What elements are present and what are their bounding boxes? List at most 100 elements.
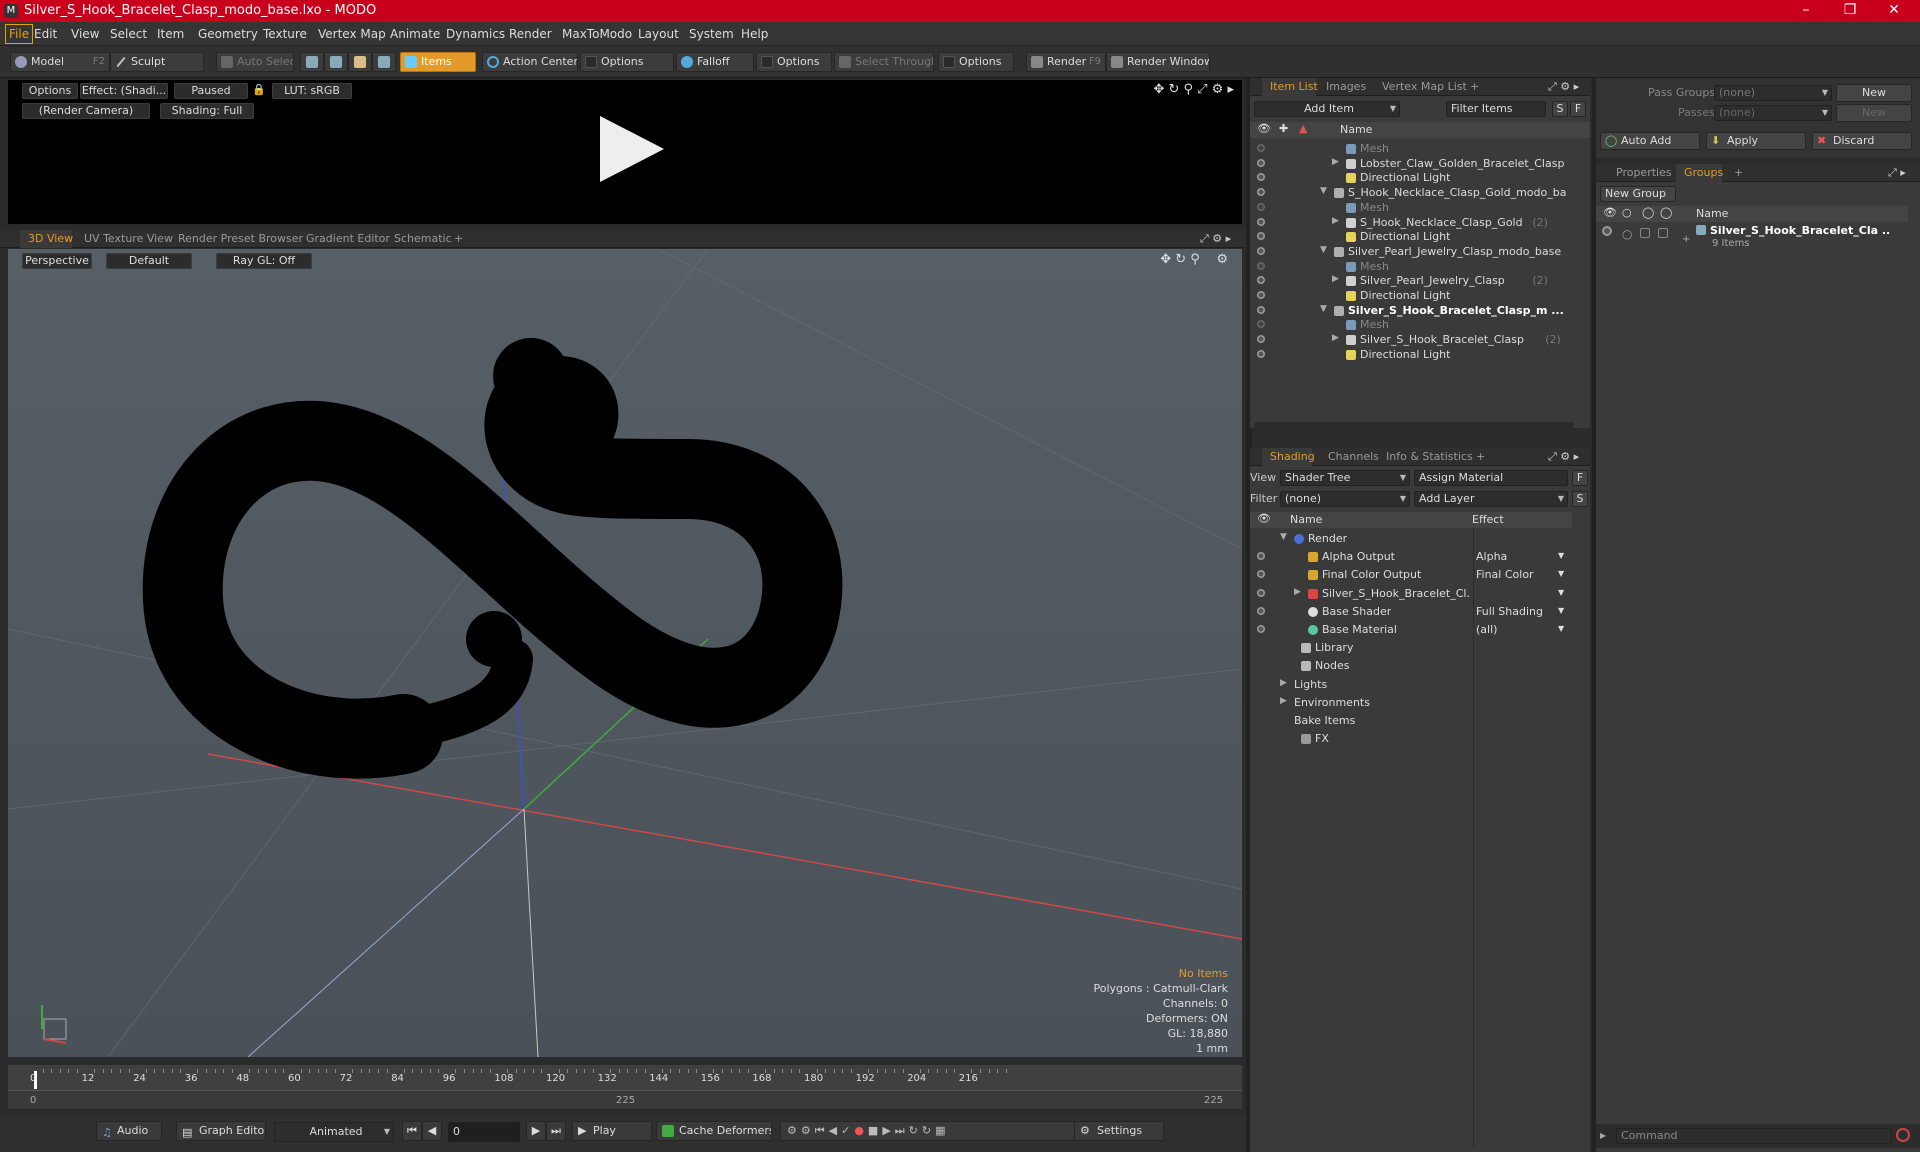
menu-view[interactable]: View <box>71 27 99 41</box>
preview-options-button[interactable]: Options <box>22 83 78 99</box>
shader-effect-value[interactable]: Final Color <box>1476 568 1534 581</box>
render-preview-viewport[interactable]: Options Effect: (Shadi... Paused 🔒 LUT: … <box>8 80 1242 224</box>
preview-paused-button[interactable]: Paused <box>174 83 248 99</box>
shading-dropdown[interactable]: Shading: Full <box>160 103 254 119</box>
visibility-eye-icon[interactable] <box>1257 606 1265 615</box>
add-item-dropdown[interactable]: Add Item ▼ <box>1254 101 1400 117</box>
visibility-eye-icon[interactable] <box>1602 226 1612 236</box>
visibility-eye-icon[interactable] <box>1257 261 1265 270</box>
expand-arrow-icon[interactable]: ▶ <box>1280 678 1287 688</box>
shader-tree-row[interactable]: Bake Items <box>1250 712 1572 730</box>
play-button[interactable]: ▶ Play <box>572 1121 652 1141</box>
step-forward-icon[interactable]: ▶ <box>526 1121 546 1141</box>
visibility-eye-icon[interactable] <box>1257 570 1265 579</box>
shader-tree-row[interactable]: Library <box>1250 639 1572 657</box>
current-frame-input[interactable]: 0 <box>448 1122 520 1142</box>
passes-dropdown[interactable]: (none) ▼ <box>1714 105 1832 121</box>
shader-tree-row[interactable]: FX <box>1250 730 1572 748</box>
collapse-arrow-icon[interactable]: ▼ <box>1320 245 1327 255</box>
add-tab-icon[interactable]: + <box>1734 166 1743 179</box>
render-button[interactable]: Render F9 <box>1026 52 1106 72</box>
shading-s-button[interactable]: S <box>1572 491 1588 507</box>
viewport-tab-controls[interactable]: ⤢ ⚙ ▸ <box>1200 232 1231 246</box>
menu-geometry[interactable]: Geometry <box>198 27 258 41</box>
render-toggle-icon[interactable]: ○ <box>1622 227 1632 241</box>
3d-viewport[interactable]: Perspective Default Ray GL: Off ✥ ↻ ⚲ ⚙ … <box>8 249 1242 1057</box>
menu-texture[interactable]: Texture <box>263 27 307 41</box>
discard-button[interactable]: ✖ Discard <box>1812 132 1912 150</box>
ray-gl-toggle[interactable]: Ray GL: Off <box>216 253 312 269</box>
visibility-eye-icon[interactable] <box>1257 349 1265 358</box>
visibility-eye-icon[interactable] <box>1257 335 1265 344</box>
perspective-dropdown[interactable]: Perspective <box>22 253 92 269</box>
close-icon[interactable]: ✕ <box>1874 2 1914 18</box>
preview-view-controls[interactable]: ✥ ↻ ⚲ ⤢ ⚙ ▸ <box>1124 83 1234 99</box>
tab-images[interactable]: Images <box>1326 80 1366 93</box>
step-back-icon[interactable]: ◀ <box>422 1121 442 1141</box>
tab-schematic[interactable]: Schematic <box>394 232 452 245</box>
expand-arrow-icon[interactable]: ▶ <box>1332 274 1339 284</box>
visibility-eye-icon[interactable] <box>1257 144 1265 152</box>
shader-tree-row[interactable]: Alpha Output Alpha ▼ <box>1250 548 1572 566</box>
menu-maxtomodo[interactable]: MaxToModo <box>562 27 632 41</box>
shader-tree-row[interactable]: ▶ Silver_S_Hook_Bracelet_Cl... ▼ <box>1250 585 1572 603</box>
visibility-eye-icon[interactable] <box>1257 173 1265 182</box>
visibility-eye-icon[interactable] <box>1257 625 1265 633</box>
tab-3d-view[interactable]: 3D View <box>28 232 73 245</box>
pass-groups-dropdown[interactable]: (none) ▼ <box>1714 85 1832 101</box>
menu-system[interactable]: System <box>689 27 734 41</box>
audio-button[interactable]: ♫ Audio <box>96 1121 162 1141</box>
tab-uv-texture-view[interactable]: UV Texture View <box>84 232 173 245</box>
new-group-button[interactable]: New Group <box>1600 186 1676 202</box>
item-list-row[interactable]: Directional Light <box>1250 346 1590 364</box>
tab-info-statistics[interactable]: Info & Statistics <box>1386 450 1473 463</box>
polygons-mode-button[interactable] <box>348 52 372 72</box>
menu-dynamics[interactable]: Dynamics <box>446 27 505 41</box>
collapse-arrow-icon[interactable]: ▼ <box>1320 304 1327 314</box>
action-center-button[interactable]: Action Center <box>482 52 578 72</box>
chevron-down-icon[interactable]: ▼ <box>1558 569 1564 578</box>
tab-shading[interactable]: Shading <box>1270 450 1315 463</box>
group-row[interactable]: ○ + Silver_S_Hook_Bracelet_Cla ... 9 Ite… <box>1596 224 1908 258</box>
preview-effect-dropdown[interactable]: Effect: (Shadi... <box>80 83 168 99</box>
menu-file[interactable]: File <box>5 24 34 44</box>
go-to-start-icon[interactable]: ⏮ <box>402 1121 422 1141</box>
vertices-mode-button[interactable] <box>300 52 324 72</box>
materials-mode-button[interactable] <box>372 52 396 72</box>
shader-tree-row[interactable]: Base Material (all) ▼ <box>1250 621 1572 639</box>
shader-tree-row[interactable]: Base Shader Full Shading ▼ <box>1250 603 1572 621</box>
new-pass-button[interactable]: New <box>1836 104 1912 122</box>
tab-gradient-editor[interactable]: Gradient Editor <box>306 232 390 245</box>
shader-effect-value[interactable]: Full Shading <box>1476 605 1543 618</box>
visibility-eye-icon[interactable] <box>1257 188 1265 197</box>
shading-filter-dropdown[interactable]: (none) ▼ <box>1280 491 1410 507</box>
falloff-options-button[interactable]: Options <box>756 52 832 72</box>
chevron-down-icon[interactable]: ▼ <box>1558 551 1564 560</box>
auto-add-button[interactable]: ◯ Auto Add <box>1600 132 1700 150</box>
settings-button[interactable]: ⚙ Settings <box>1074 1121 1164 1141</box>
expand-arrow-icon[interactable]: ▶ <box>1294 587 1301 597</box>
collapse-arrow-icon[interactable]: ▼ <box>1320 186 1327 196</box>
shader-tree-row[interactable]: ▶ Environments <box>1250 694 1572 712</box>
falloff-button[interactable]: Falloff <box>676 52 754 72</box>
shader-effect-value[interactable]: Alpha <box>1476 550 1507 563</box>
assign-material-button[interactable]: Assign Material <box>1414 470 1568 486</box>
tab-item-list[interactable]: Item List <box>1270 80 1318 93</box>
auto-select-button[interactable]: Auto Select <box>216 52 294 72</box>
visibility-eye-icon[interactable] <box>1257 276 1265 285</box>
maximize-icon[interactable]: ❐ <box>1830 2 1870 18</box>
menu-item[interactable]: Item <box>157 27 184 41</box>
select-through-options-button[interactable]: Options <box>938 52 1014 72</box>
visibility-eye-icon[interactable] <box>1257 246 1265 255</box>
viewport-nav-controls[interactable]: ✥ ↻ ⚲ ⚙ <box>1138 253 1228 269</box>
tab-channels[interactable]: Channels <box>1328 450 1379 463</box>
go-to-end-icon[interactable]: ⏭ <box>546 1121 566 1141</box>
default-style-dropdown[interactable]: Default <box>106 253 192 269</box>
record-command-icon[interactable] <box>1896 1128 1910 1142</box>
render-window-button[interactable]: Render Window <box>1106 52 1210 72</box>
expand-arrow-icon[interactable]: ▶ <box>1332 157 1339 167</box>
shader-tree-dropdown[interactable]: Shader Tree ▼ <box>1280 470 1410 486</box>
visibility-eye-icon[interactable] <box>1257 158 1265 167</box>
visibility-eye-icon[interactable] <box>1257 202 1265 211</box>
timeline[interactable]: 0 12 24 36 48 60 72 84 96 108 120 132 144 156 168 180 19… <box>8 1065 1242 1109</box>
